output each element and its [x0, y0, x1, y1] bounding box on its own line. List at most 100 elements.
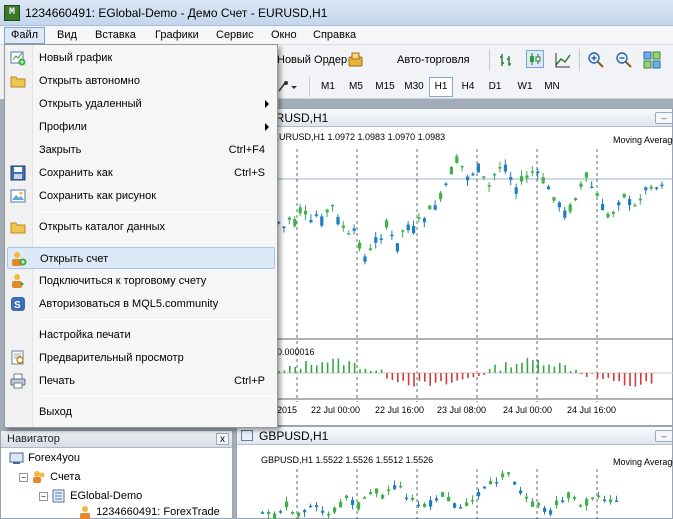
menu-item-save-as-picture[interactable]: Сохранить как рисунок [7, 185, 275, 207]
timeframe-h1[interactable]: H1 [429, 77, 453, 97]
time-axis-label: 24 Jul 16:00 [567, 405, 616, 415]
candle-body [298, 207, 302, 214]
menu-separator [37, 242, 275, 243]
drawing-tools-icon[interactable] [277, 79, 299, 97]
candle-body [390, 234, 394, 237]
menu-item-label: Новый график [39, 52, 113, 64]
candle-body [541, 177, 545, 184]
line-chart-icon[interactable] [554, 51, 572, 69]
candle-body [660, 184, 664, 187]
menu-window[interactable]: Окно [265, 27, 303, 44]
metatrader-app-icon: M [4, 5, 20, 21]
bar-chart-icon[interactable] [498, 51, 516, 69]
new-order-button[interactable]: Новый Ордер [277, 49, 347, 71]
candle-body [291, 512, 295, 514]
menu-item-open-remote[interactable]: Открыть удаленный [7, 93, 275, 115]
menu-file[interactable]: Файл [4, 27, 46, 44]
tree-item-label: Forex4you [28, 452, 81, 464]
gbpusd-chart-canvas[interactable]: GBPUSD,H1 1.5522 1.5526 1.5512 1.5526 Mov… [237, 445, 673, 519]
tree-item-accounts[interactable]: − Счета [19, 468, 80, 486]
menu-item-login-mql5[interactable]: S Авторизоваться в MQL5.community [7, 293, 275, 315]
menu-view[interactable]: Вид [51, 27, 83, 44]
minimize-icon[interactable]: – [655, 112, 673, 124]
time-axis-label: 23 Jul 08:00 [437, 405, 486, 415]
menu-item-login-trade-account[interactable]: Подключиться к торговому счету [7, 270, 275, 292]
menu-item-print-setup[interactable]: Настройка печати [7, 324, 275, 346]
chart-window-gbpusd[interactable]: GBPUSD,H1 – GBPUSD,H1 1.5522 1.5526 1.55… [236, 426, 673, 519]
timeframe-m5[interactable]: M5 [343, 77, 369, 97]
candle-body [519, 490, 523, 494]
timeframe-d1[interactable]: D1 [483, 77, 507, 97]
menu-help[interactable]: Справка [307, 27, 362, 44]
candle-body [379, 238, 383, 241]
menu-item-label: Предварительный просмотр [39, 352, 184, 364]
minimize-icon[interactable]: – [655, 430, 673, 442]
candlestick-icon[interactable] [526, 50, 544, 68]
candle-body [449, 166, 453, 175]
candle-body [453, 503, 457, 508]
timeframe-m1[interactable]: M1 [315, 77, 341, 97]
candle-body [417, 217, 421, 219]
menu-item-open-offline[interactable]: Открыть автономно [7, 70, 275, 92]
candle-body [552, 197, 556, 201]
candle-body [489, 480, 493, 485]
print-preview-icon [10, 350, 26, 366]
candle-body [525, 496, 529, 499]
menu-item-print[interactable]: Печать Ctrl+P [7, 370, 275, 392]
time-axis-label: 22 Jul 00:00 [311, 405, 360, 415]
toolbar: Новый Ордер Авто-торговля M1 M5 M15 M30 … [277, 45, 673, 99]
timeframe-m15[interactable]: M15 [371, 77, 399, 97]
candle-body [333, 507, 337, 513]
menu-item-exit[interactable]: Выход [7, 401, 275, 423]
candle-body [401, 230, 405, 232]
auto-trading-button[interactable]: Авто-торговля [397, 49, 470, 71]
chart-caption[interactable]: EURUSD,H1 – [237, 109, 673, 127]
candle-body [460, 165, 464, 168]
timeframe-w1[interactable]: W1 [513, 77, 537, 97]
menu-item-open-data-folder[interactable]: Открыть каталог данных [7, 216, 275, 238]
menu-item-open-account[interactable]: Открыть счет [7, 247, 275, 269]
zoom-in-icon[interactable] [587, 51, 605, 69]
close-icon[interactable]: x [216, 433, 229, 445]
eurusd-chart-canvas[interactable]: EURUSD,H1 1.0972 1.0983 1.0970 1.0983 Mov… [237, 127, 673, 427]
tile-windows-icon[interactable] [643, 51, 661, 69]
candle-body [615, 500, 619, 503]
candle-body [304, 210, 308, 215]
menu-item-new-chart[interactable]: Новый график [7, 47, 275, 69]
collapse-toggle[interactable]: − [19, 472, 28, 482]
candle-body [644, 187, 648, 191]
navigator-panel: Навигатор x Forex4you − Счета − EGlobal-… [0, 430, 233, 519]
menu-tools[interactable]: Сервис [210, 27, 260, 44]
menu-charts[interactable]: Графики [149, 27, 205, 44]
tree-item-forex4you[interactable]: Forex4you [9, 449, 80, 467]
candle-body [406, 224, 410, 231]
timeframe-m30[interactable]: M30 [400, 77, 428, 97]
menu-item-print-preview[interactable]: Предварительный просмотр [7, 347, 275, 369]
new-chart-icon [10, 50, 26, 66]
candle-body [314, 214, 318, 216]
menu-item-profiles[interactable]: Профили [7, 116, 275, 138]
candle-body [567, 492, 571, 499]
menu-item-save-as[interactable]: Сохранить как Ctrl+S [7, 162, 275, 184]
timeframe-h4[interactable]: H4 [456, 77, 480, 97]
chart-window-eurusd[interactable]: EURUSD,H1 – EURUSD,H1 1.0972 1.0983 1.09… [236, 108, 673, 426]
candle-body [336, 216, 340, 225]
candle-body [327, 513, 331, 516]
collapse-toggle[interactable]: − [39, 491, 48, 501]
candle-body [374, 237, 378, 243]
menu-item-close[interactable]: Закрыть Ctrl+F4 [7, 139, 275, 161]
timeframe-mn[interactable]: MN [539, 77, 565, 97]
zoom-out-icon[interactable] [615, 51, 633, 69]
tree-item-account[interactable]: 1234660491: ForexTrade [77, 503, 220, 519]
tree-item-label: 1234660491: ForexTrade [96, 506, 220, 518]
menu-item-label: Настройка печати [39, 329, 131, 341]
chart-caption[interactable]: GBPUSD,H1 – [237, 427, 673, 445]
menu-insert[interactable]: Вставка [89, 27, 142, 44]
candle-body [493, 173, 497, 176]
candle-body [584, 172, 588, 178]
candle-body [649, 186, 653, 189]
candle-body [503, 164, 507, 172]
candle-body [375, 488, 379, 494]
folder-icon [10, 73, 26, 89]
candle-body [547, 186, 551, 190]
